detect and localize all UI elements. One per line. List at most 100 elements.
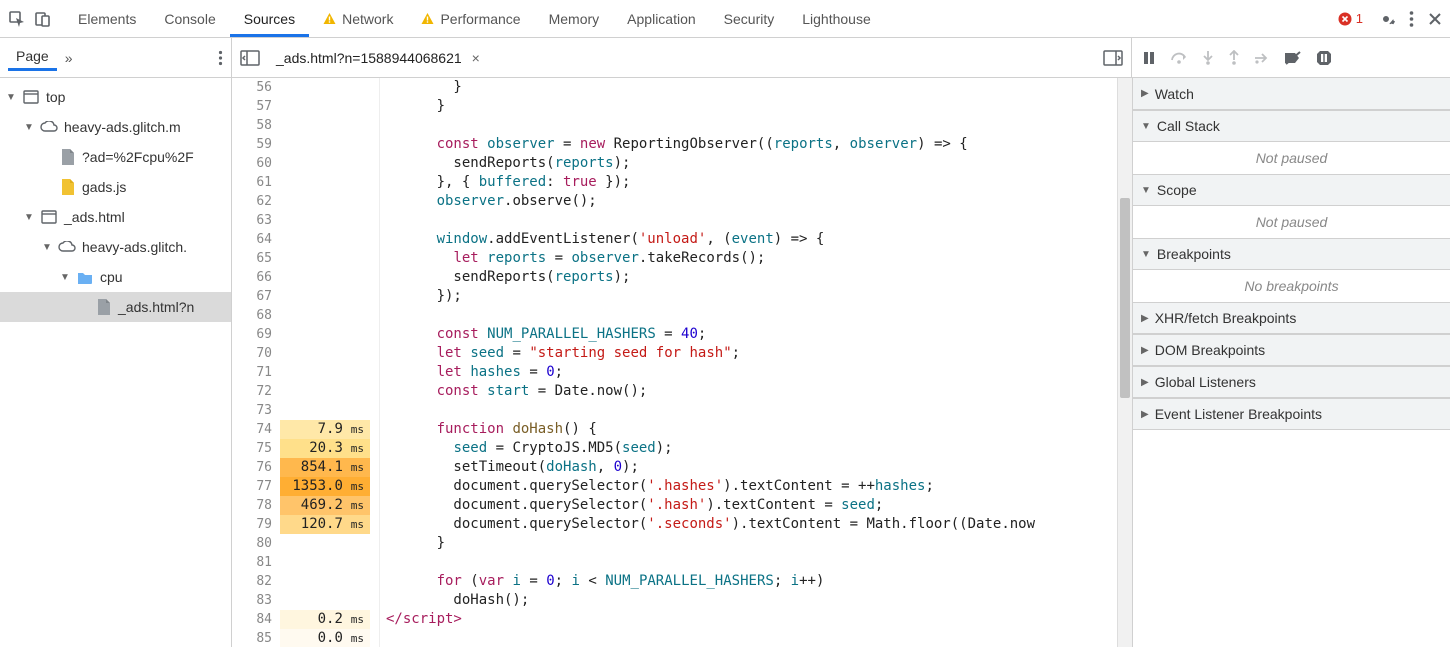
line-number[interactable]: 66 <box>232 268 280 287</box>
code-line[interactable]: window.addEventListener('unload', (event… <box>380 230 1117 249</box>
settings-gear-icon[interactable] <box>1377 10 1395 28</box>
code-line[interactable]: const NUM_PARALLEL_HASHERS = 40; <box>380 325 1117 344</box>
editor-scrollbar[interactable] <box>1117 78 1132 647</box>
code-line[interactable]: const start = Date.now(); <box>380 382 1117 401</box>
tree-item[interactable]: ▼cpu <box>0 262 231 292</box>
debug-section-event-listener-breakpoints[interactable]: ▶Event Listener Breakpoints <box>1133 398 1450 430</box>
line-number[interactable]: 69 <box>232 325 280 344</box>
debug-section-call-stack[interactable]: ▼Call Stack <box>1133 110 1450 142</box>
code-line[interactable]: } <box>380 534 1117 553</box>
code-line[interactable]: } <box>380 97 1117 116</box>
code-line[interactable] <box>380 306 1117 325</box>
line-number[interactable]: 78 <box>232 496 280 515</box>
source-editor[interactable]: 565758596061626364656667686970717273747.… <box>232 78 1132 647</box>
line-number[interactable]: 79 <box>232 515 280 534</box>
code-line[interactable] <box>380 553 1117 572</box>
step-over-icon[interactable] <box>1170 51 1188 65</box>
code-line[interactable]: }); <box>380 287 1117 306</box>
line-number[interactable]: 83 <box>232 591 280 610</box>
debug-section-breakpoints[interactable]: ▼Breakpoints <box>1133 238 1450 270</box>
debug-section-xhr-fetch-breakpoints[interactable]: ▶XHR/fetch Breakpoints <box>1133 302 1450 334</box>
toggle-debug-pane-icon[interactable] <box>1103 50 1123 66</box>
code-line[interactable]: const observer = new ReportingObserver((… <box>380 135 1117 154</box>
line-number[interactable]: 82 <box>232 572 280 591</box>
line-number[interactable]: 56 <box>232 78 280 97</box>
error-count-badge[interactable]: 1 <box>1338 11 1363 26</box>
line-number[interactable]: 58 <box>232 116 280 135</box>
code-line[interactable] <box>380 116 1117 135</box>
tree-item[interactable]: ?ad=%2Fcpu%2F <box>0 142 231 172</box>
tab-elements[interactable]: Elements <box>64 1 150 37</box>
code-line[interactable]: document.querySelector('.seconds').textC… <box>380 515 1117 534</box>
debug-section-global-listeners[interactable]: ▶Global Listeners <box>1133 366 1450 398</box>
expand-arrow-icon[interactable]: ▼ <box>24 212 34 223</box>
code-line[interactable] <box>380 629 1117 647</box>
expand-arrow-icon[interactable]: ▼ <box>6 92 16 103</box>
code-line[interactable]: setTimeout(doHash, 0); <box>380 458 1117 477</box>
open-file-tab[interactable]: _ads.html?n=1588944068621 × <box>270 46 486 70</box>
line-number[interactable]: 75 <box>232 439 280 458</box>
line-number[interactable]: 64 <box>232 230 280 249</box>
step-out-icon[interactable] <box>1228 50 1240 66</box>
close-file-tab-icon[interactable]: × <box>472 50 480 66</box>
tab-console[interactable]: Console <box>150 1 229 37</box>
line-number[interactable]: 67 <box>232 287 280 306</box>
pause-script-icon[interactable] <box>1142 51 1156 65</box>
line-number[interactable]: 73 <box>232 401 280 420</box>
tab-network[interactable]: Network <box>309 1 407 37</box>
expand-arrow-icon[interactable]: ▼ <box>24 122 34 133</box>
inspect-element-icon[interactable] <box>8 10 26 28</box>
code-line[interactable]: function doHash() { <box>380 420 1117 439</box>
line-number[interactable]: 62 <box>232 192 280 211</box>
navigator-tab-page[interactable]: Page <box>8 44 57 71</box>
code-line[interactable]: sendReports(reports); <box>380 154 1117 173</box>
debug-section-dom-breakpoints[interactable]: ▶DOM Breakpoints <box>1133 334 1450 366</box>
code-line[interactable]: for (var i = 0; i < NUM_PARALLEL_HASHERS… <box>380 572 1117 591</box>
more-menu-icon[interactable] <box>1409 10 1414 28</box>
expand-arrow-icon[interactable]: ▼ <box>42 242 52 253</box>
line-number[interactable]: 63 <box>232 211 280 230</box>
tree-item[interactable]: gads.js <box>0 172 231 202</box>
tab-memory[interactable]: Memory <box>535 1 614 37</box>
code-line[interactable] <box>380 211 1117 230</box>
code-line[interactable]: let reports = observer.takeRecords(); <box>380 249 1117 268</box>
line-number[interactable]: 77 <box>232 477 280 496</box>
code-line[interactable]: document.querySelector('.hashes').textCo… <box>380 477 1117 496</box>
debug-section-scope[interactable]: ▼Scope <box>1133 174 1450 206</box>
debug-section-watch[interactable]: ▶Watch <box>1133 78 1450 110</box>
line-number[interactable]: 76 <box>232 458 280 477</box>
step-into-icon[interactable] <box>1202 50 1214 66</box>
code-line[interactable]: observer.observe(); <box>380 192 1117 211</box>
navigator-menu-icon[interactable] <box>218 50 223 66</box>
line-number[interactable]: 70 <box>232 344 280 363</box>
line-number[interactable]: 61 <box>232 173 280 192</box>
code-line[interactable]: document.querySelector('.hash').textCont… <box>380 496 1117 515</box>
line-number[interactable]: 71 <box>232 363 280 382</box>
line-number[interactable]: 60 <box>232 154 280 173</box>
line-number[interactable]: 72 <box>232 382 280 401</box>
device-toggle-icon[interactable] <box>34 10 52 28</box>
code-line[interactable]: doHash(); <box>380 591 1117 610</box>
deactivate-breakpoints-icon[interactable] <box>1284 51 1302 65</box>
code-line[interactable]: </script> <box>380 610 1117 629</box>
step-icon[interactable] <box>1254 51 1270 65</box>
line-number[interactable]: 80 <box>232 534 280 553</box>
line-number[interactable]: 74 <box>232 420 280 439</box>
tab-sources[interactable]: Sources <box>230 1 309 37</box>
close-devtools-icon[interactable] <box>1428 12 1442 26</box>
code-line[interactable]: } <box>380 78 1117 97</box>
code-line[interactable]: let seed = "starting seed for hash"; <box>380 344 1117 363</box>
code-line[interactable]: }, { buffered: true }); <box>380 173 1117 192</box>
tab-performance[interactable]: Performance <box>407 1 534 37</box>
tree-item[interactable]: ▼_ads.html <box>0 202 231 232</box>
tree-item[interactable]: _ads.html?n <box>0 292 231 322</box>
tree-item[interactable]: ▼top <box>0 82 231 112</box>
line-number[interactable]: 65 <box>232 249 280 268</box>
pause-on-exceptions-icon[interactable] <box>1316 50 1332 66</box>
line-number[interactable]: 57 <box>232 97 280 116</box>
code-line[interactable]: seed = CryptoJS.MD5(seed); <box>380 439 1117 458</box>
line-number[interactable]: 68 <box>232 306 280 325</box>
code-line[interactable] <box>380 401 1117 420</box>
line-number[interactable]: 59 <box>232 135 280 154</box>
tab-application[interactable]: Application <box>613 1 710 37</box>
